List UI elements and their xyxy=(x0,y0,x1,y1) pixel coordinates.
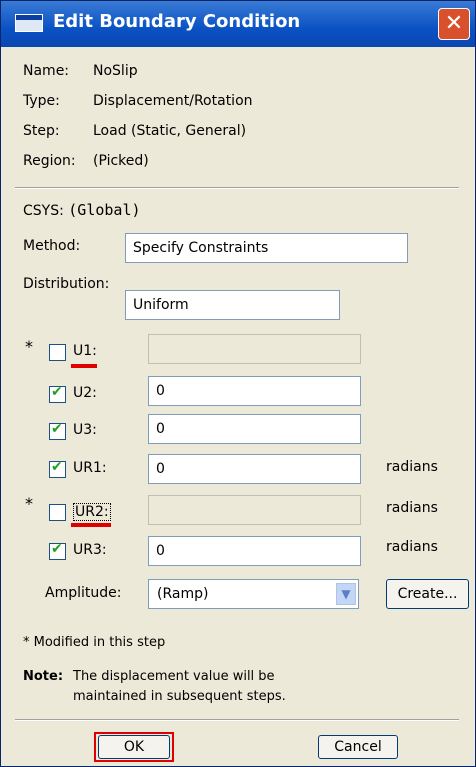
u2-checkbox[interactable] xyxy=(49,384,66,403)
region-value: (Picked) xyxy=(93,153,149,169)
note-line-2: maintained in subsequent steps. xyxy=(73,689,286,704)
u3-label: U3: xyxy=(73,422,97,438)
ur3-value-field[interactable]: 0 xyxy=(148,536,361,566)
amplitude-value: (Ramp) xyxy=(157,586,209,602)
create-amplitude-button[interactable]: Create... xyxy=(386,579,469,609)
note-label: Note: xyxy=(23,669,63,684)
region-row: Region: (Picked) xyxy=(23,153,149,169)
close-button[interactable]: ✕ xyxy=(438,8,470,40)
step-row: Step: Load (Static, General) xyxy=(23,123,246,139)
u3-value-field[interactable]: 0 xyxy=(148,414,361,444)
footnote: * Modified in this step xyxy=(23,635,166,650)
type-label: Type: xyxy=(23,93,60,109)
name-label: Name: xyxy=(23,63,70,79)
type-row: Type: Displacement/Rotation xyxy=(23,93,253,109)
u2-value-field[interactable]: 0 xyxy=(148,376,361,406)
u2-label: U2: xyxy=(73,385,97,401)
ur2-highlight-underline xyxy=(71,523,111,527)
distribution-label: Distribution: xyxy=(23,276,110,292)
step-value: Load (Static, General) xyxy=(93,123,247,139)
name-value: NoSlip xyxy=(93,63,138,79)
ur1-label: UR1: xyxy=(73,460,107,476)
method-field[interactable]: Specify Constraints xyxy=(125,233,408,263)
u1-value-field[interactable] xyxy=(148,334,361,364)
name-row: Name: NoSlip xyxy=(23,63,138,79)
u3-checkbox[interactable] xyxy=(49,421,66,440)
step-label: Step: xyxy=(23,123,60,139)
window-icon xyxy=(15,14,43,32)
ur1-units: radians xyxy=(386,459,438,475)
ur1-checkbox[interactable] xyxy=(49,459,66,478)
ur3-units: radians xyxy=(386,539,438,555)
method-label: Method: xyxy=(23,238,81,254)
u1-label: U1: xyxy=(73,343,97,359)
u1-highlight-underline xyxy=(71,364,97,368)
note-line-1: The displacement value will be xyxy=(73,669,275,684)
edit-boundary-condition-dialog: Edit Boundary Condition ✕ Name: NoSlip Ty… xyxy=(0,0,476,767)
note-label-text: Note: xyxy=(23,669,64,684)
type-value: Displacement/Rotation xyxy=(93,93,253,109)
csys-value: (Global) xyxy=(68,201,141,219)
ur2-label: UR2: xyxy=(73,503,111,521)
amplitude-label: Amplitude: xyxy=(45,585,122,601)
csys-row: CSYS: (Global) xyxy=(23,201,141,219)
ok-highlight-box xyxy=(94,732,174,762)
distribution-field[interactable]: Uniform xyxy=(125,290,340,320)
u1-checkbox[interactable] xyxy=(49,344,66,361)
window-title: Edit Boundary Condition xyxy=(53,11,301,32)
title-bar[interactable]: Edit Boundary Condition ✕ xyxy=(1,1,475,47)
modified-marker-u1: * xyxy=(25,337,33,356)
chevron-down-icon[interactable]: ▼ xyxy=(336,583,356,605)
separator xyxy=(15,187,459,189)
ur2-value-field[interactable] xyxy=(148,495,361,525)
modified-marker-ur2: * xyxy=(25,494,33,513)
footer-separator xyxy=(15,719,459,721)
amplitude-select[interactable]: (Ramp) ▼ xyxy=(148,579,359,609)
cancel-button[interactable]: Cancel xyxy=(318,735,398,759)
ur3-checkbox[interactable] xyxy=(49,541,66,560)
ur1-value-field[interactable]: 0 xyxy=(148,454,361,484)
csys-label: CSYS: xyxy=(23,203,64,219)
ur2-checkbox[interactable] xyxy=(49,504,66,521)
ur2-units: radians xyxy=(386,500,438,516)
region-label: Region: xyxy=(23,153,76,169)
ur3-label: UR3: xyxy=(73,542,107,558)
